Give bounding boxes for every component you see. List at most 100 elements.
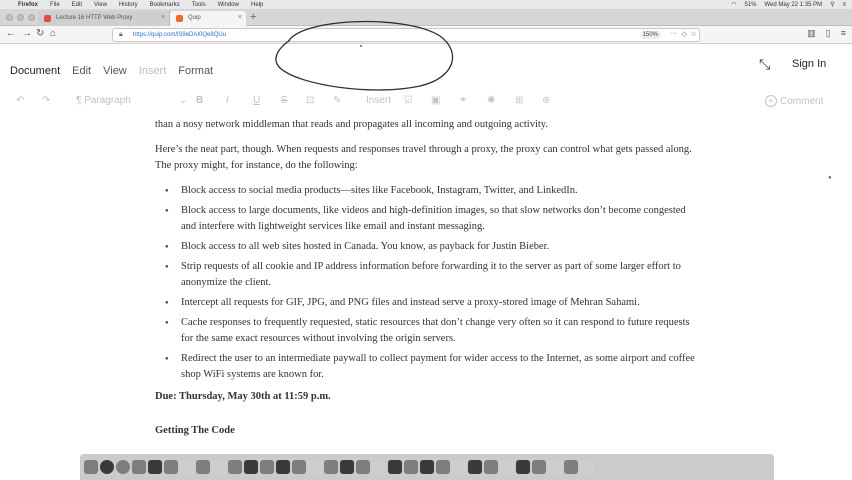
mac-dock: [80, 454, 774, 480]
search-icon[interactable]: ⚲: [830, 1, 834, 8]
menu-document[interactable]: Document: [10, 65, 60, 77]
menu-help[interactable]: Help: [251, 2, 263, 8]
menu-firefox[interactable]: Firefox: [18, 2, 38, 8]
home-icon[interactable]: ⌂: [50, 28, 56, 39]
menu-window[interactable]: Window: [218, 2, 239, 8]
menu-edit[interactable]: Edit: [72, 2, 82, 8]
pages-icon[interactable]: [308, 460, 322, 474]
chevron-down-icon: ⌄: [178, 95, 188, 106]
back-icon[interactable]: ←: [6, 28, 16, 39]
calendar-icon[interactable]: [196, 460, 210, 474]
messages-icon[interactable]: [276, 460, 290, 474]
music-icon[interactable]: [356, 460, 370, 474]
undo-icon[interactable]: ↶: [16, 95, 24, 106]
link-icon[interactable]: ⚭: [459, 95, 467, 106]
terminal-icon[interactable]: [404, 460, 418, 474]
mention-icon[interactable]: ⊕: [542, 95, 550, 106]
menu-tools[interactable]: Tools: [192, 2, 206, 8]
proxy-capabilities-list: Block access to social media products—si…: [155, 183, 695, 383]
quicktime-icon[interactable]: [500, 460, 514, 474]
maps-icon[interactable]: [244, 460, 258, 474]
menu-file[interactable]: File: [50, 2, 60, 8]
highlight-pen-icon[interactable]: ✎: [333, 95, 341, 106]
xcode-icon[interactable]: [420, 460, 434, 474]
zoom-app-icon[interactable]: [468, 460, 482, 474]
library-icon[interactable]: ▥: [807, 28, 816, 39]
strikethrough-icon[interactable]: S: [281, 95, 288, 106]
firefox-icon[interactable]: [436, 460, 450, 474]
checklist-icon[interactable]: ☑: [404, 95, 413, 106]
activity-monitor-icon[interactable]: [516, 460, 530, 474]
comment-button[interactable]: + Comment: [765, 95, 823, 107]
menu-insert-doc[interactable]: Insert: [139, 65, 167, 77]
list-item: Redirect the user to an intermediate pay…: [155, 351, 695, 383]
mail-icon[interactable]: [164, 460, 178, 474]
close-window-button[interactable]: [6, 14, 13, 21]
numbers-icon[interactable]: [324, 460, 338, 474]
insert-dropdown[interactable]: Insert: [366, 95, 391, 106]
close-tab-icon[interactable]: ×: [161, 14, 165, 21]
maximize-window-button[interactable]: [28, 14, 35, 21]
bold-icon[interactable]: B: [196, 95, 203, 106]
url-bar[interactable]: 🔒︎ https://quip.com/lS9eDAI0Qe8QUu 150% …: [112, 28, 700, 42]
page-actions-icon[interactable]: ···: [670, 30, 677, 37]
safari-icon[interactable]: [132, 460, 146, 474]
url-text: https://quip.com/lS9eDAI0Qe8QUu: [133, 32, 227, 38]
underline-icon[interactable]: U: [253, 95, 260, 106]
finder-icon[interactable]: [84, 460, 98, 474]
menu-format-doc[interactable]: Format: [178, 65, 213, 77]
notes-icon[interactable]: [212, 460, 226, 474]
menu-list-icon[interactable]: ≡: [842, 2, 846, 8]
menu-bookmarks[interactable]: Bookmarks: [150, 2, 180, 8]
list-item: Cache responses to frequently requested,…: [155, 315, 695, 347]
menu-edit-doc[interactable]: Edit: [72, 65, 91, 77]
menu-view[interactable]: View: [94, 2, 107, 8]
live-app-icon[interactable]: ⊞: [515, 95, 523, 106]
menu-history[interactable]: History: [119, 2, 138, 8]
new-tab-icon[interactable]: +: [250, 11, 256, 23]
chrome-icon[interactable]: [148, 460, 162, 474]
expand-icon[interactable]: ⤡: [759, 56, 770, 73]
contacts-icon[interactable]: [180, 460, 194, 474]
textedit-icon[interactable]: [452, 460, 466, 474]
menu-view-doc[interactable]: View: [103, 65, 127, 77]
tab-quip[interactable]: Quip ×: [170, 11, 246, 26]
image-icon[interactable]: ▣: [431, 95, 440, 106]
keynote-icon[interactable]: [340, 460, 354, 474]
redo-icon[interactable]: ↷: [42, 95, 50, 106]
wifi-icon[interactable]: ◠: [731, 1, 736, 8]
launchpad-icon[interactable]: [116, 460, 130, 474]
preview-icon[interactable]: [484, 460, 498, 474]
trash-icon[interactable]: [580, 460, 594, 474]
facetime-icon[interactable]: [292, 460, 306, 474]
zoom-level[interactable]: 150%: [639, 31, 661, 39]
forward-icon[interactable]: →: [22, 28, 32, 39]
siri-icon[interactable]: [100, 460, 114, 474]
battery-level[interactable]: 51%: [744, 2, 756, 8]
pocket-icon[interactable]: ◇: [682, 30, 687, 38]
hamburger-menu-icon[interactable]: ≡: [841, 28, 846, 39]
lock-icon[interactable]: 🔒︎: [119, 31, 123, 39]
minimize-window-button[interactable]: [17, 14, 24, 21]
emoji-icon[interactable]: ✺: [487, 95, 495, 106]
system-preferences-icon[interactable]: [388, 460, 402, 474]
reload-icon[interactable]: ↻: [36, 28, 44, 39]
sidebar-icon[interactable]: ▯: [826, 28, 831, 39]
documents-folder-icon[interactable]: [564, 460, 578, 474]
scroll-indicator-icon[interactable]: ●: [828, 175, 832, 181]
clock[interactable]: Wed May 22 1:35 PM: [764, 2, 822, 8]
sign-in-link[interactable]: Sign In: [792, 58, 826, 70]
paragraph-style-dropdown[interactable]: ¶ Paragraph ⌄: [76, 95, 187, 106]
app-store-icon[interactable]: [372, 460, 386, 474]
document-body[interactable]: than a nosy network middleman that reads…: [155, 117, 695, 448]
bookmark-star-icon[interactable]: ☆: [691, 30, 697, 38]
code-icon[interactable]: ⊡: [306, 95, 314, 106]
slack-icon[interactable]: [532, 460, 546, 474]
italic-icon[interactable]: I: [226, 95, 229, 106]
photos-icon[interactable]: [260, 460, 274, 474]
close-tab-icon[interactable]: ×: [238, 14, 242, 21]
reminders-icon[interactable]: [228, 460, 242, 474]
downloads-folder-icon[interactable]: [548, 460, 562, 474]
tab-lecture[interactable]: Lecture 16 HTTP Web Proxy ×: [38, 11, 170, 26]
list-item: Strip requests of all cookie and IP addr…: [155, 259, 695, 291]
